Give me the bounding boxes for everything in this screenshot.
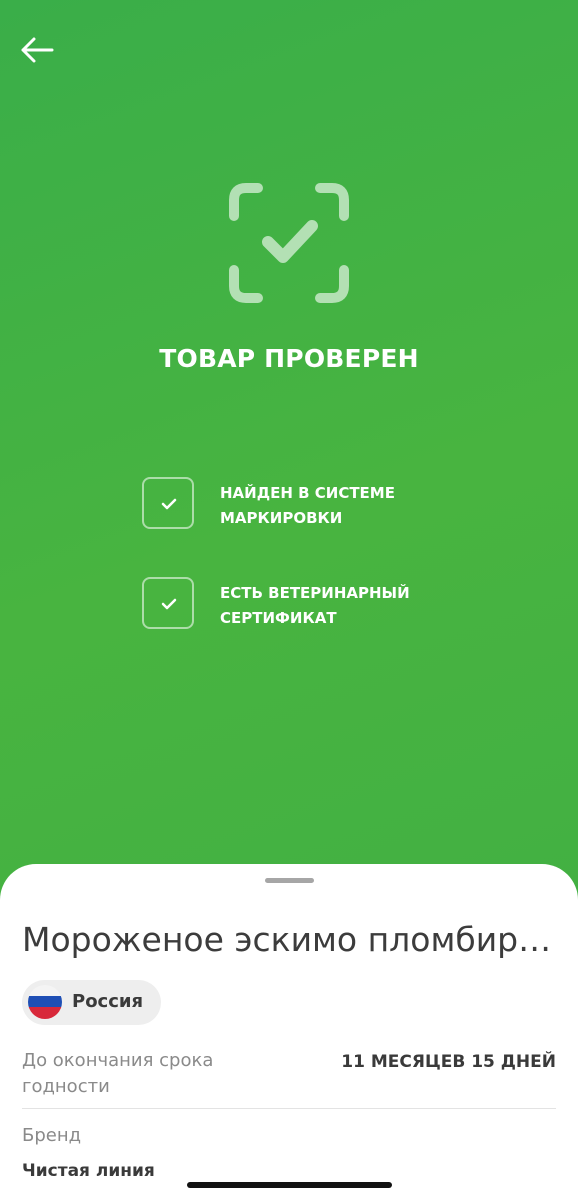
shelf-life-label-line: До окончания срока	[22, 1050, 214, 1071]
arrow-left-icon	[21, 37, 54, 63]
brand-label: Бренд	[22, 1125, 82, 1146]
check-icon	[161, 598, 177, 610]
verification-screen: ТОВАР ПРОВЕРЕН НАЙДЕН В СИСТЕМЕ МАРКИРОВ…	[0, 0, 578, 1200]
divider	[22, 1108, 556, 1109]
check-item-line: МАРКИРОВКИ	[220, 509, 343, 527]
check-item-marking: НАЙДЕН В СИСТЕМЕ МАРКИРОВКИ	[142, 477, 442, 533]
country-label: Россия	[72, 991, 144, 1012]
check-item-line: НАЙДЕН В СИСТЕМЕ	[220, 484, 395, 502]
check-box	[142, 577, 194, 629]
home-indicator[interactable]	[187, 1182, 392, 1188]
sheet-grabber-handle[interactable]	[265, 878, 314, 883]
russia-flag-icon	[28, 985, 62, 1019]
check-item-vet-certificate: ЕСТЬ ВЕТЕРИНАРНЫЙ СЕРТИФИКАТ	[142, 577, 442, 633]
check-item-line: СЕРТИФИКАТ	[220, 609, 337, 627]
product-details-sheet[interactable]: Мороженое эскимо пломбир… Россия До окон…	[0, 864, 578, 1200]
shelf-life-value: 11 МЕСЯЦЕВ 15 ДНЕЙ	[341, 1052, 556, 1072]
check-item-text: ЕСТЬ ВЕТЕРИНАРНЫЙ СЕРТИФИКАТ	[220, 581, 450, 631]
product-name: Мороженое эскимо пломбир…	[22, 920, 552, 959]
check-item-line: ЕСТЬ ВЕТЕРИНАРНЫЙ	[220, 584, 410, 602]
brand-value: Чистая линия	[22, 1161, 155, 1181]
country-chip[interactable]: Россия	[22, 980, 161, 1025]
shelf-life-label-line: годности	[22, 1076, 110, 1097]
check-item-text: НАЙДЕН В СИСТЕМЕ МАРКИРОВКИ	[220, 481, 450, 531]
check-box	[142, 477, 194, 529]
shelf-life-label: До окончания срока годности	[22, 1048, 213, 1100]
check-icon	[161, 498, 177, 510]
status-title: ТОВАР ПРОВЕРЕН	[159, 344, 419, 373]
back-button[interactable]	[20, 34, 60, 70]
scan-check-icon	[229, 183, 349, 303]
